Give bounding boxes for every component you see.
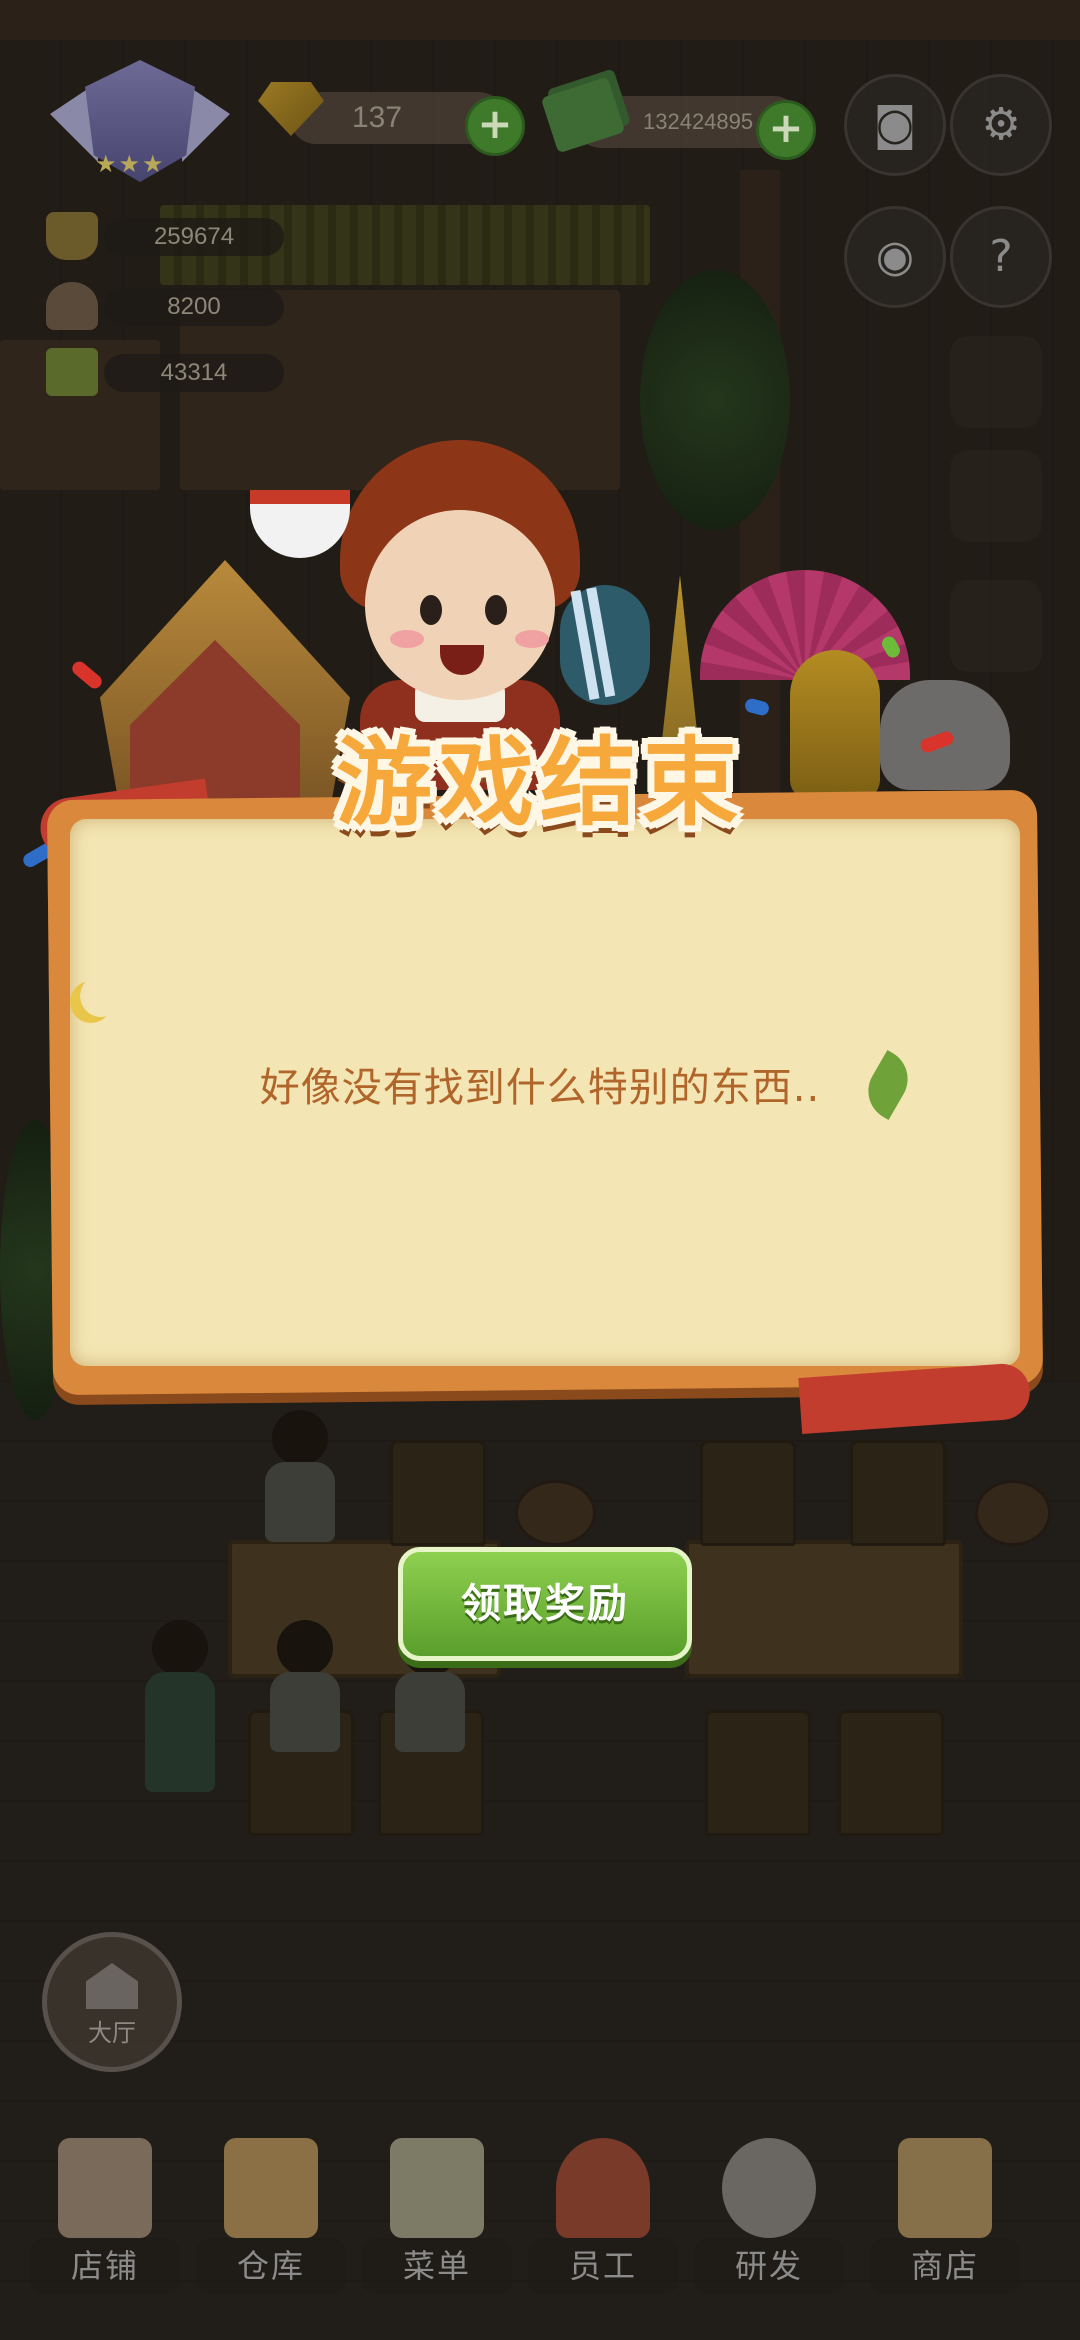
warehouse-icon — [224, 2138, 318, 2238]
rank-badge[interactable]: ★★★ — [50, 52, 230, 192]
nav-menu[interactable]: 菜单 — [362, 2120, 512, 2320]
bottom-nav: 店铺 仓库 菜单 员工 研发 商店 — [0, 2120, 1080, 2340]
camera-icon: ◙ — [873, 99, 917, 150]
gold-pot-icon — [46, 212, 98, 260]
star-icon: ★★★ — [95, 150, 166, 178]
nav-label: 菜单 — [362, 2238, 512, 2294]
view-toggle-button[interactable]: ◉ — [844, 206, 946, 308]
nav-label: 员工 — [528, 2238, 678, 2294]
book-stack-icon — [46, 348, 98, 396]
research-pot-icon — [722, 2138, 816, 2238]
claim-reward-button[interactable]: 领取奖励 — [398, 1547, 692, 1661]
camera-button[interactable]: ◙ — [844, 74, 946, 176]
add-cash-button[interactable]: + — [756, 100, 816, 160]
nav-label: 店铺 — [30, 2238, 180, 2294]
dish-cover-icon — [46, 282, 98, 330]
gear-icon: ⚙ — [981, 99, 1021, 150]
stat-value: 259674 — [104, 218, 284, 256]
nav-label: 研发 — [694, 2238, 844, 2294]
nav-shop[interactable]: 店铺 — [30, 2120, 180, 2320]
add-gems-button[interactable]: + — [465, 96, 525, 156]
staff-icon — [556, 2138, 650, 2238]
recipe-card-button[interactable] — [950, 336, 1042, 428]
eye-icon: ◉ — [875, 231, 915, 282]
hall-label: 大厅 — [88, 2019, 136, 2047]
gem-count: 137 — [352, 101, 403, 134]
nav-label: 仓库 — [196, 2238, 346, 2294]
nav-warehouse[interactable]: 仓库 — [196, 2120, 346, 2320]
stat-value: 43314 — [104, 354, 284, 392]
menu-clipboard-icon — [390, 2138, 484, 2238]
cash-count: 132424895 — [643, 109, 754, 134]
game-over-title: 游戏结束 — [336, 727, 744, 839]
nav-research[interactable]: 研发 — [694, 2120, 844, 2320]
store-icon — [898, 2138, 992, 2238]
crescent-confetti — [80, 975, 122, 1017]
chopsticks-icon — [570, 589, 600, 701]
guide-book-button[interactable]: ? — [950, 206, 1052, 308]
nav-label: 商店 — [870, 2238, 1020, 2294]
settings-button[interactable]: ⚙ — [950, 74, 1052, 176]
stat-value: 8200 — [104, 288, 284, 326]
shop-icon — [58, 2138, 152, 2238]
nav-store[interactable]: 商店 — [870, 2120, 1020, 2320]
result-message: 好像没有找到什么特别的东西.. — [259, 1065, 821, 1111]
nav-staff[interactable]: 员工 — [528, 2120, 678, 2320]
book-icon: ? — [989, 231, 1013, 282]
hall-button[interactable]: 大厅 — [42, 1932, 182, 2072]
house-icon — [86, 1963, 138, 2009]
